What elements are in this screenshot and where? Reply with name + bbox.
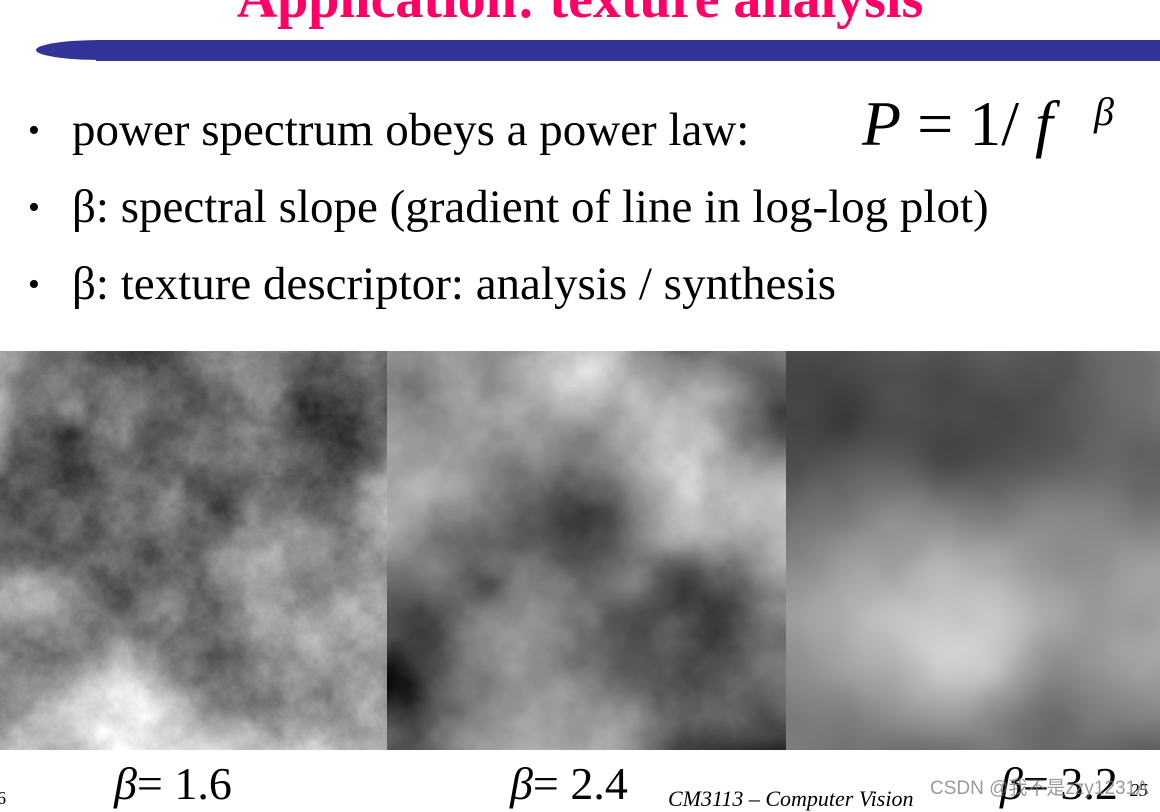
texture-image-beta-3-2 <box>786 351 1160 750</box>
texture-image-beta-2-4 <box>387 351 786 750</box>
bullet-text: β: spectral slope (gradient of line in l… <box>72 181 989 233</box>
formula-variable: f <box>1034 88 1053 159</box>
power-law-formula: P = 1/ f β <box>862 84 1114 164</box>
beta-value: = 2.4 <box>532 758 628 809</box>
formula-equals: = 1/ <box>901 88 1035 159</box>
beta-label-2: β= 2.4 <box>510 756 628 812</box>
title-underline-bar <box>96 40 1160 61</box>
formula-lhs: P <box>862 88 902 159</box>
watermark: CSDN @我不是zzy1231A <box>930 778 1149 799</box>
bullet-dot-icon: • <box>28 266 40 303</box>
slide-title: Application: texture analysis <box>0 0 1160 31</box>
texture-examples <box>0 351 1160 750</box>
texture-image-beta-1-6 <box>0 351 387 750</box>
footer-course-name: CM3113 – Computer Vision <box>668 786 914 811</box>
bullet-dot-icon: • <box>28 189 40 226</box>
beta-symbol: β <box>114 758 137 809</box>
formula-exponent: β <box>1094 89 1114 134</box>
beta-label-1: β= 1.6 <box>114 756 232 812</box>
bullet-text: β: texture descriptor: analysis / synthe… <box>72 258 837 310</box>
page-number-left: 6 <box>0 788 6 808</box>
beta-symbol: β <box>510 758 533 809</box>
bullet-dot-icon: • <box>28 112 40 149</box>
beta-value: = 1.6 <box>136 758 232 809</box>
bullet-text: power spectrum obeys a power law: <box>72 104 750 156</box>
